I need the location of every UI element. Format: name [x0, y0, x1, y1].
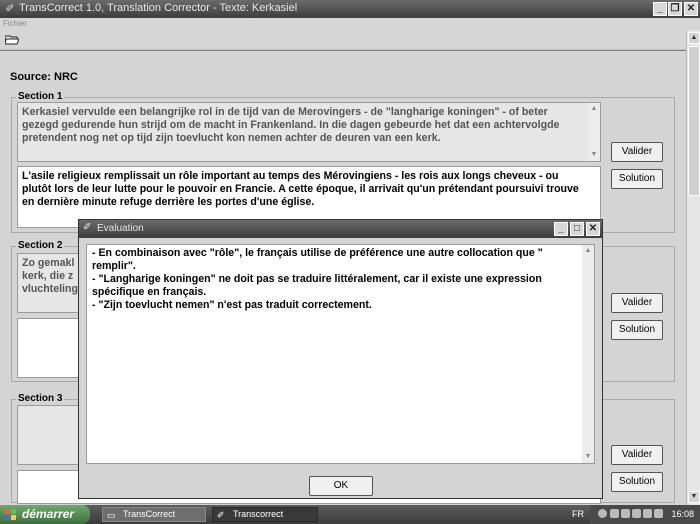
section-1-label: Section 1 — [16, 91, 65, 102]
start-button[interactable]: démarrer — [0, 505, 90, 524]
minimize-icon: _ — [558, 223, 564, 234]
section-1-translation-content: L'asile religieux remplissait un rôle im… — [22, 170, 579, 208]
restore-icon: ❐ — [670, 3, 680, 14]
dialog-title-bar[interactable]: ✐ Evaluation _ □ ✕ — [79, 220, 602, 238]
dialog-minimize-button[interactable]: _ — [554, 222, 568, 236]
app-icon: ✐ — [83, 222, 92, 233]
toolbar — [0, 30, 700, 50]
arrow-icon[interactable] — [598, 509, 607, 518]
source-label: Source: NRC — [10, 71, 78, 83]
scroll-thumb[interactable] — [688, 46, 700, 196]
close-button[interactable]: ✕ — [684, 2, 698, 16]
app-icon: ✐ — [5, 3, 15, 15]
window-title-bar[interactable]: ✐ TransCorrect 1.0, Translation Correcto… — [0, 0, 700, 18]
clock: 16:08 — [671, 509, 694, 519]
dialog-close-button[interactable]: ✕ — [586, 222, 600, 236]
windows-flag-icon — [5, 509, 16, 520]
section-1-validate-button[interactable]: Valider — [611, 142, 663, 162]
taskbar-item-label: TransCorrect — [123, 509, 176, 519]
start-label: démarrer — [22, 507, 75, 521]
taskbar-item-app[interactable]: ✐ Transcorrect — [212, 507, 318, 522]
evaluation-text-area[interactable]: - En combinaison avec "rôle", le françai… — [86, 244, 595, 464]
section-1-source-content: Kerkasiel vervulde een belangrijke rol i… — [22, 106, 560, 144]
main-vertical-scrollbar[interactable]: ▲ ▼ — [686, 30, 700, 505]
scroll-down-icon[interactable]: ▼ — [588, 149, 600, 161]
taskbar-item-label: Transcorrect — [233, 509, 284, 519]
section-1-source-scrollbar[interactable]: ▲ ▼ — [588, 103, 600, 161]
section-3-solution-button[interactable]: Solution — [611, 472, 663, 492]
ok-button[interactable]: OK — [309, 476, 373, 496]
folder-icon: ▭ — [107, 510, 116, 520]
language-indicator[interactable]: FR — [572, 509, 584, 519]
section-2-label: Section 2 — [16, 240, 65, 251]
scroll-down-icon[interactable]: ▼ — [582, 451, 594, 463]
evaluation-line: - "Langharige koningen" ne doit pas se t… — [92, 273, 542, 298]
section-2-validate-button[interactable]: Valider — [611, 293, 663, 313]
speaker-icon[interactable] — [654, 509, 663, 518]
section-1-solution-button[interactable]: Solution — [611, 169, 663, 189]
taskbar-item-folder[interactable]: ▭ TransCorrect — [102, 507, 206, 522]
section-2-solution-button[interactable]: Solution — [611, 320, 663, 340]
volume-icon[interactable] — [621, 509, 630, 518]
menu-bar: Fichier — [0, 18, 700, 30]
dialog-title: Evaluation — [97, 223, 144, 234]
close-icon: ✕ — [686, 3, 696, 14]
maximize-button[interactable]: ❐ — [668, 2, 682, 16]
window-title: TransCorrect 1.0, Translation Corrector … — [19, 2, 298, 14]
security-icon[interactable] — [643, 509, 652, 518]
close-icon: ✕ — [588, 223, 598, 234]
app-icon: ✐ — [217, 510, 225, 520]
dialog-maximize-button[interactable]: □ — [570, 222, 584, 236]
maximize-icon: □ — [573, 223, 581, 234]
open-folder-icon[interactable] — [5, 34, 19, 45]
minimize-icon: _ — [657, 3, 663, 14]
system-tray: 16:08 — [590, 505, 700, 524]
scroll-up-icon[interactable]: ▲ — [688, 32, 700, 44]
scroll-up-icon[interactable]: ▲ — [588, 103, 600, 115]
evaluation-line: - En combinaison avec "rôle", le françai… — [92, 247, 543, 272]
scroll-up-icon[interactable]: ▲ — [582, 245, 594, 257]
menu-file[interactable]: Fichier — [3, 19, 27, 28]
scroll-down-icon[interactable]: ▼ — [688, 491, 700, 503]
evaluation-lines: - En combinaison avec "rôle", le françai… — [92, 247, 576, 312]
taskbar: démarrer ▭ TransCorrect ✐ Transcorrect F… — [0, 505, 700, 524]
network-icon[interactable] — [610, 509, 619, 518]
monitor-icon[interactable] — [632, 509, 641, 518]
evaluation-scrollbar[interactable]: ▲ ▼ — [582, 245, 594, 463]
evaluation-line: - "Zijn toevlucht nemen" n'est pas tradu… — [92, 299, 372, 311]
section-3-validate-button[interactable]: Valider — [611, 445, 663, 465]
section-1-source-text[interactable]: Kerkasiel vervulde een belangrijke rol i… — [17, 102, 601, 162]
evaluation-dialog: ✐ Evaluation _ □ ✕ - En combinaison avec… — [78, 219, 603, 499]
minimize-button[interactable]: _ — [653, 2, 667, 16]
section-3-label: Section 3 — [16, 393, 65, 404]
